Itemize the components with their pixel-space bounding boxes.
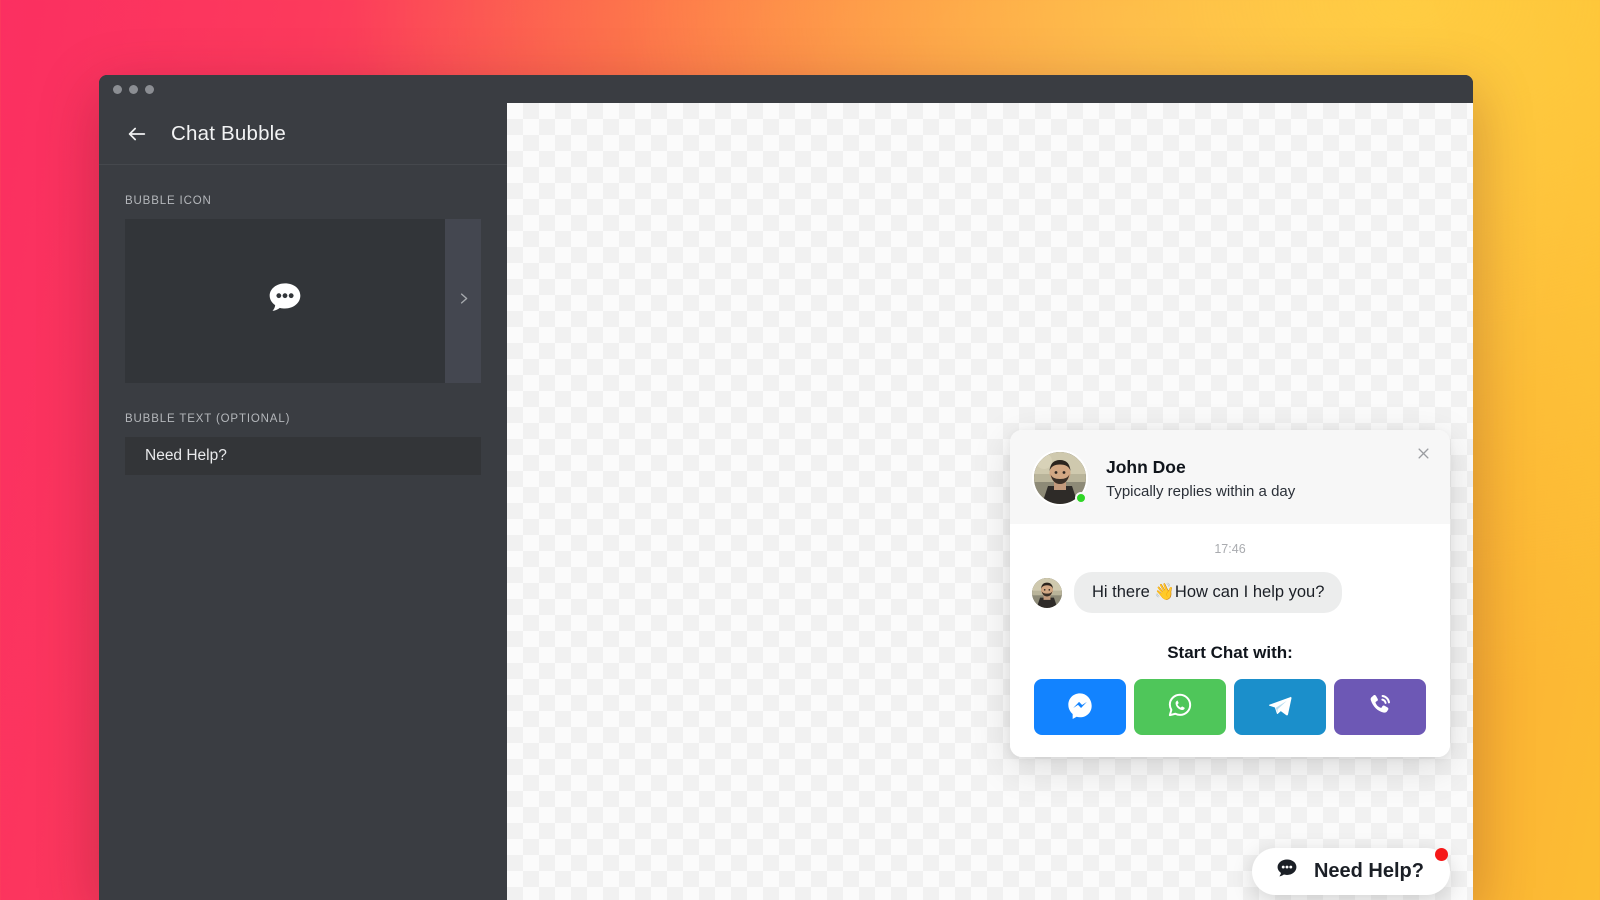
window-body: Chat Bubble BUBBLE ICON BUBBLE TEXT (OPT…: [99, 103, 1473, 900]
start-chat-title: Start Chat with:: [1167, 643, 1293, 662]
message-row: Hi there 👋How can I help you?: [1032, 572, 1428, 613]
sidebar-content: BUBBLE ICON BUBBLE TEXT (OPTIONAL) Need …: [99, 165, 507, 475]
whatsapp-icon: [1166, 691, 1194, 724]
app-window: Chat Bubble BUBBLE ICON BUBBLE TEXT (OPT…: [99, 75, 1473, 900]
arrow-left-icon[interactable]: [125, 122, 149, 146]
channel-button-telegram[interactable]: [1234, 679, 1326, 735]
channel-button-messenger[interactable]: [1034, 679, 1126, 735]
bubble-icon-picker[interactable]: [125, 219, 481, 383]
agent-name: John Doe: [1106, 457, 1186, 478]
window-dot-minimize[interactable]: [129, 84, 138, 94]
page-title: Chat Bubble: [171, 121, 287, 145]
agent-info: John Doe Typically replies within a day: [1106, 456, 1295, 500]
agent-avatar-wrap: [1032, 450, 1088, 506]
channel-buttons: [1032, 679, 1428, 757]
chat-bubble-dots-icon: [265, 279, 305, 324]
messenger-icon: [1066, 691, 1094, 724]
message-timestamp: 17:46: [1214, 542, 1246, 556]
viber-icon: [1366, 691, 1394, 724]
bubble-icon-next-button[interactable]: [445, 219, 481, 383]
window-dot-maximize[interactable]: [145, 84, 154, 94]
message-avatar: [1032, 577, 1062, 608]
chat-bubble-dots-icon: [1274, 856, 1300, 887]
bubble-text-input[interactable]: Need Help?: [125, 437, 481, 475]
message-bubble: Hi there 👋How can I help you?: [1074, 572, 1343, 613]
chevron-right-icon: [456, 291, 471, 311]
bubble-text-label: BUBBLE TEXT (OPTIONAL): [125, 413, 291, 425]
window-titlebar: [99, 75, 1473, 103]
settings-sidebar: Chat Bubble BUBBLE ICON BUBBLE TEXT (OPT…: [99, 103, 507, 900]
close-icon[interactable]: [1412, 442, 1434, 464]
channel-button-whatsapp[interactable]: [1134, 679, 1226, 735]
sidebar-header: Chat Bubble: [99, 103, 507, 165]
chat-widget-header: John Doe Typically replies within a day: [1010, 430, 1450, 524]
chat-bubble-launcher-label: Need Help?: [1313, 860, 1424, 882]
preview-canvas: John Doe Typically replies within a day …: [507, 103, 1473, 900]
window-dot-close[interactable]: [113, 84, 122, 94]
notification-badge: [1435, 848, 1448, 861]
telegram-icon: [1266, 691, 1294, 724]
bubble-icon-preview[interactable]: [125, 219, 445, 383]
chat-widget-body: 17:46 Hi there 👋How can I help you? Star…: [1010, 524, 1450, 757]
chat-widget-card: John Doe Typically replies within a day …: [1010, 430, 1450, 757]
bubble-icon-label: BUBBLE ICON: [125, 195, 212, 207]
chat-bubble-launcher[interactable]: Need Help?: [1251, 848, 1450, 895]
agent-status-text: Typically replies within a day: [1106, 482, 1296, 500]
online-status-indicator: [1075, 492, 1087, 504]
channel-button-viber[interactable]: [1334, 679, 1426, 735]
